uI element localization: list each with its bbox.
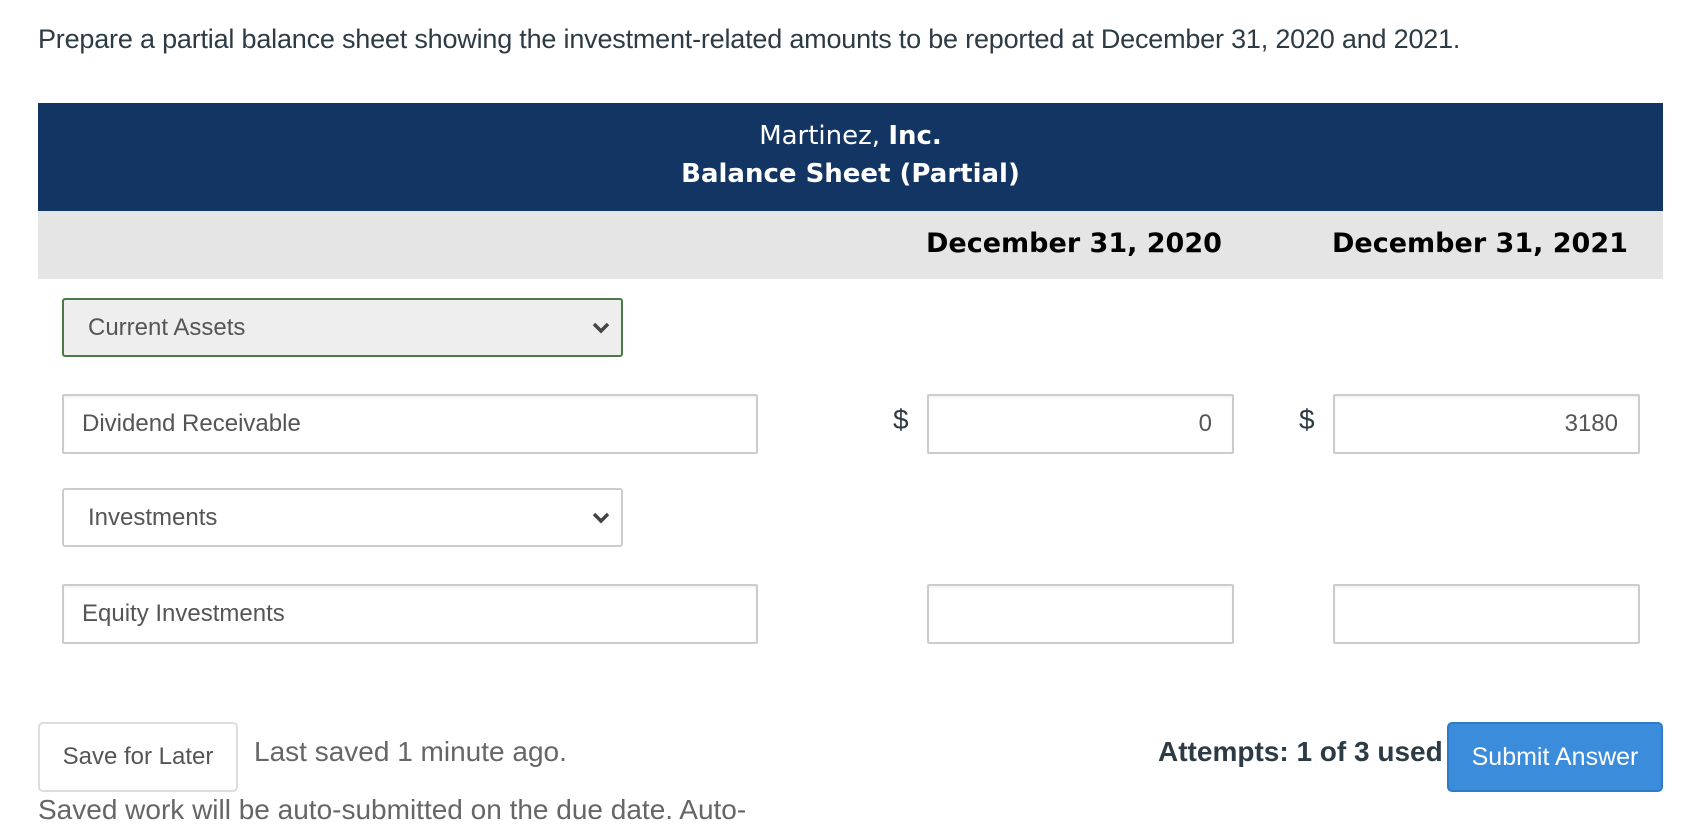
save-for-later-button[interactable]: Save for Later	[38, 722, 238, 792]
company-name: Martinez, Inc.	[38, 121, 1663, 151]
company-suffix: Inc.	[888, 121, 942, 151]
submit-answer-button[interactable]: Submit Answer	[1447, 722, 1663, 792]
statement-header: Martinez, Inc. Balance Sheet (Partial)	[38, 103, 1663, 211]
section-select-current-assets[interactable]: Current Assets	[62, 298, 623, 357]
column-header-2021: December 31, 2021	[1332, 228, 1628, 259]
amount-input-2020[interactable]: 0	[927, 394, 1234, 454]
last-saved-status: Last saved 1 minute ago.	[254, 736, 567, 767]
question-prompt: Prepare a partial balance sheet showing …	[38, 24, 1461, 54]
column-header-row: December 31, 2020 December 31, 2021	[38, 211, 1663, 279]
dollar-sign-2021: $	[1299, 404, 1315, 435]
amount-input-2021[interactable]: 3180	[1333, 394, 1640, 454]
dollar-sign-2020: $	[893, 404, 909, 435]
amount-input-2020[interactable]	[927, 584, 1234, 644]
column-header-2020: December 31, 2020	[926, 228, 1222, 259]
amount-input-2021[interactable]	[1333, 584, 1640, 644]
section-select-investments[interactable]: Investments	[62, 488, 623, 547]
chevron-down-icon	[589, 300, 613, 355]
section-select-value: Current Assets	[88, 314, 246, 341]
auto-submit-note: Saved work will be auto-submitted on the…	[38, 794, 747, 825]
company-name-text: Martinez,	[759, 121, 881, 151]
chevron-down-icon	[589, 490, 613, 545]
line-item-label-input[interactable]: Dividend Receivable	[62, 394, 758, 454]
line-item-label-input[interactable]: Equity Investments	[62, 584, 758, 644]
attempts-counter: Attempts: 1 of 3 used	[1158, 736, 1443, 767]
section-select-value: Investments	[88, 504, 218, 531]
statement-title: Balance Sheet (Partial)	[681, 159, 1020, 189]
